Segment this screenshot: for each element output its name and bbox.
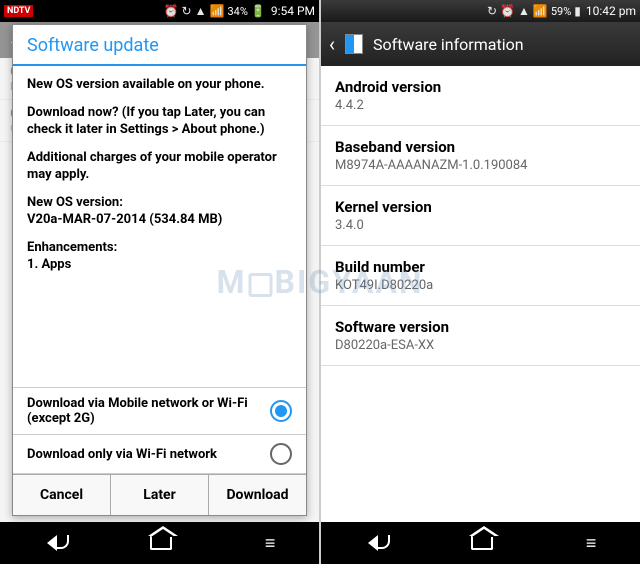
- alarm-icon: ⏰: [164, 4, 179, 18]
- right-content: ‹ Software information Android version 4…: [321, 22, 640, 522]
- row-label: Android version: [335, 78, 626, 96]
- status-bar-right: ↻ ⏰ ▲ 📶 59% ▮ 10:42 pm: [321, 0, 640, 22]
- left-content: ← Software Update C La Cl Ch no Software…: [0, 22, 319, 522]
- msg-line: Enhancements: 1. Apps: [27, 239, 292, 274]
- row-label: Baseband version: [335, 138, 626, 156]
- info-row-build-number[interactable]: Build number KOT49I.D80220a: [321, 246, 640, 306]
- radio-label: Download via Mobile network or Wi-Fi (ex…: [27, 396, 270, 426]
- radio-option-wifi-only[interactable]: Download only via Wi-Fi network: [13, 435, 306, 474]
- phone-left: NDTV ⏰ ↻ ▲ 📶 34% 🔋 9:54 PM ← Software Up…: [0, 0, 319, 564]
- radio-icon: [270, 400, 292, 422]
- dialog-buttons: Cancel Later Download: [13, 474, 306, 515]
- battery-pct: 34%: [227, 5, 247, 18]
- row-value: M8974A-AAAANAZM-1.0.190084: [335, 158, 626, 173]
- wifi-icon: ▲: [195, 4, 207, 18]
- msg-line: New OS version: V20a-MAR-07-2014 (534.84…: [27, 194, 292, 229]
- header-title: Software information: [373, 35, 524, 54]
- nav-bar-right: ≡: [321, 522, 640, 564]
- signal-icon: 📶: [210, 4, 225, 18]
- sync-icon: ↻: [182, 4, 192, 18]
- battery-pct: 59%: [551, 5, 571, 18]
- radio-group: Download via Mobile network or Wi-Fi (ex…: [13, 387, 306, 474]
- document-icon: [345, 34, 363, 54]
- row-value: D80220a-ESA-XX: [335, 338, 626, 353]
- radio-label: Download only via Wi-Fi network: [27, 447, 270, 462]
- software-info-header: ‹ Software information: [321, 22, 640, 66]
- back-icon[interactable]: ‹: [329, 32, 335, 56]
- row-value: 4.4.2: [335, 98, 626, 113]
- status-bar-left: NDTV ⏰ ↻ ▲ 📶 34% 🔋 9:54 PM: [0, 0, 319, 22]
- ntv-badge: NDTV: [4, 5, 33, 17]
- software-update-dialog: Software update New OS version available…: [12, 24, 307, 516]
- signal-icon: 📶: [533, 4, 548, 18]
- wifi-icon: ▲: [518, 4, 530, 18]
- nav-back-icon[interactable]: [368, 535, 378, 551]
- info-row-baseband-version[interactable]: Baseband version M8974A-AAAANAZM-1.0.190…: [321, 126, 640, 186]
- battery-icon: 🔋: [251, 4, 266, 18]
- row-value: 3.4.0: [335, 218, 626, 233]
- nav-bar-left: ≡: [0, 522, 319, 564]
- row-value: KOT49I.D80220a: [335, 278, 626, 293]
- info-row-android-version[interactable]: Android version 4.4.2: [321, 66, 640, 126]
- info-row-software-version[interactable]: Software version D80220a-ESA-XX: [321, 306, 640, 366]
- radio-icon: [270, 443, 292, 465]
- later-button[interactable]: Later: [111, 475, 209, 515]
- nav-home-icon[interactable]: [471, 536, 493, 550]
- clock: 9:54 PM: [271, 4, 315, 18]
- dialog-title: Software update: [13, 25, 306, 66]
- msg-line: Additional charges of your mobile operat…: [27, 149, 292, 184]
- dialog-body: New OS version available on your phone. …: [13, 66, 306, 387]
- nav-menu-icon[interactable]: ≡: [586, 533, 594, 554]
- nav-back-icon[interactable]: [47, 535, 57, 551]
- nav-home-icon[interactable]: [150, 536, 172, 550]
- alarm-icon: ⏰: [500, 4, 515, 18]
- clock: 10:42 pm: [586, 4, 636, 18]
- msg-line: Download now? (If you tap Later, you can…: [27, 104, 292, 139]
- phone-right: ↻ ⏰ ▲ 📶 59% ▮ 10:42 pm ‹ Software inform…: [321, 0, 640, 564]
- radio-option-mobile-wifi[interactable]: Download via Mobile network or Wi-Fi (ex…: [13, 388, 306, 435]
- sync-icon: ↻: [487, 4, 497, 18]
- row-label: Build number: [335, 258, 626, 276]
- info-row-kernel-version[interactable]: Kernel version 3.4.0: [321, 186, 640, 246]
- row-label: Kernel version: [335, 198, 626, 216]
- download-button[interactable]: Download: [209, 475, 306, 515]
- nav-menu-icon[interactable]: ≡: [265, 533, 273, 554]
- battery-icon: ▮: [574, 4, 581, 18]
- row-label: Software version: [335, 318, 626, 336]
- msg-line: New OS version available on your phone.: [27, 76, 292, 94]
- cancel-button[interactable]: Cancel: [13, 475, 111, 515]
